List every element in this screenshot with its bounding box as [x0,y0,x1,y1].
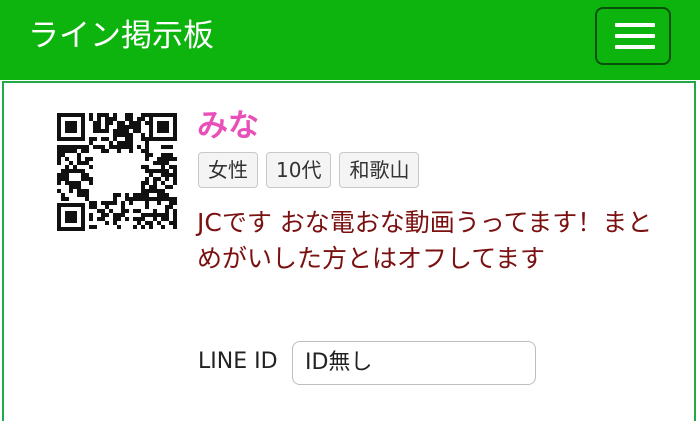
tag-gender: 女性 [198,152,258,188]
qr-code-icon [57,113,177,231]
user-name: みな [197,108,259,144]
profile-tags: 女性 10代 和歌山 [198,152,420,188]
line-id-field[interactable]: ID無し [292,341,536,385]
post-message: JCです おな電おな動画うってます！まとめがいした方とはオフしてます [197,208,653,273]
hamburger-menu-button[interactable] [595,7,671,65]
navbar: ライン掲示板 [0,0,700,80]
tag-region: 和歌山 [339,152,420,188]
hamburger-menu-icon-bar [615,45,655,49]
hamburger-menu-icon-bar [615,34,655,38]
site-title[interactable]: ライン掲示板 [28,16,214,56]
tag-age: 10代 [266,152,332,188]
hamburger-menu-icon [615,23,655,27]
line-id-label: LINE ID [198,349,278,374]
